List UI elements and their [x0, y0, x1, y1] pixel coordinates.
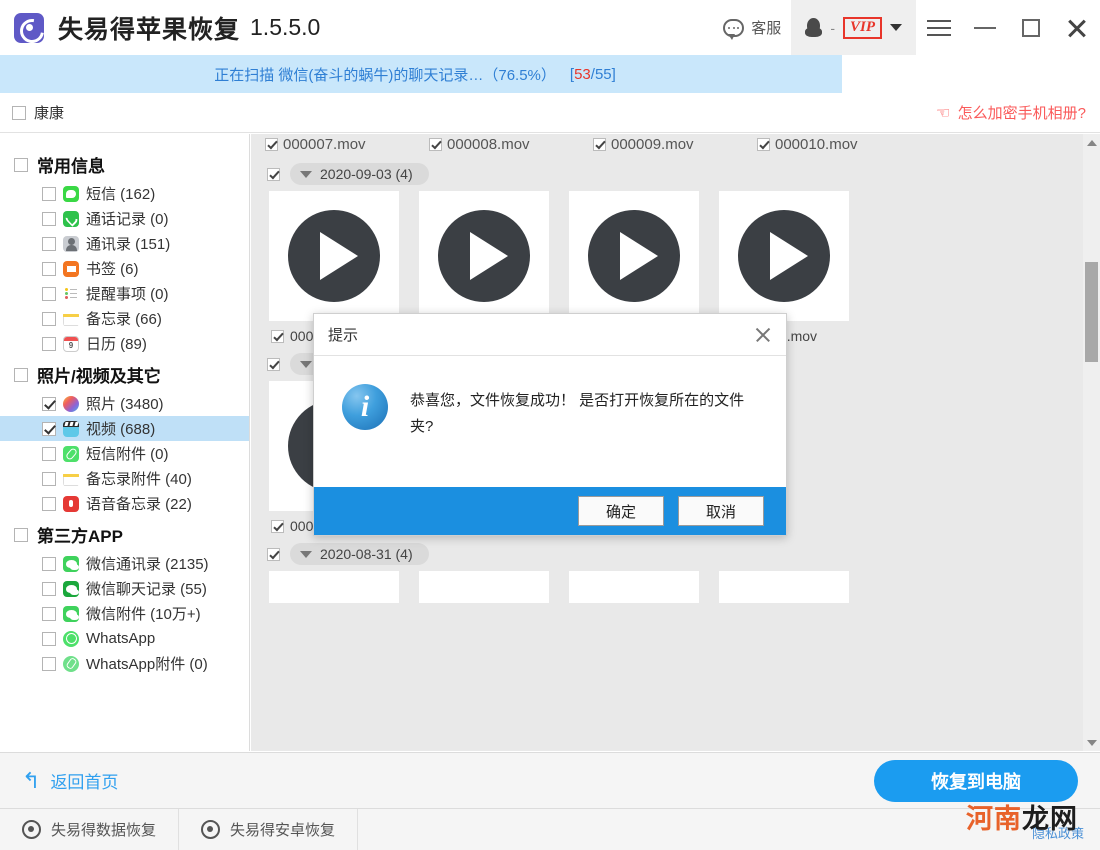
confirm-button[interactable]: 确定: [578, 496, 664, 526]
taskbar-app-android-recovery[interactable]: 失易得安卓恢复: [179, 808, 359, 850]
dialog-title: 提示: [328, 327, 359, 344]
dialog-message: 恭喜您，文件恢复成功！ 是否打开恢复所在的文件夹?: [410, 392, 745, 435]
dialog-header: 提示: [314, 314, 786, 356]
cancel-button[interactable]: 取消: [678, 496, 764, 526]
modal-overlay: 提示 i 恭喜您，文件恢复成功！ 是否打开恢复所在的文件夹? 确定 取消: [0, 0, 1100, 850]
taskbar-app-data-recovery[interactable]: 失易得数据恢复: [0, 808, 180, 850]
application-window: 失易得苹果恢复 1.5.5.0 客服 - VIP 正在扫描 微信(奋斗的蜗牛)的…: [0, 0, 1100, 850]
close-icon[interactable]: [754, 326, 772, 344]
taskbar-app-label: 失易得数据恢复: [51, 822, 157, 839]
app-logo-icon: [201, 820, 221, 839]
dialog-body: i 恭喜您，文件恢复成功！ 是否打开恢复所在的文件夹?: [314, 356, 786, 487]
privacy-policy-link[interactable]: 隐私政策: [1032, 823, 1084, 842]
recovery-success-dialog: 提示 i 恭喜您，文件恢复成功！ 是否打开恢复所在的文件夹? 确定 取消: [313, 313, 787, 536]
back-home-label: 返回首页: [50, 773, 119, 792]
back-home-button[interactable]: ↰ 返回首页: [22, 768, 118, 794]
back-arrow-icon: ↰: [22, 767, 41, 793]
app-logo-icon: [22, 820, 41, 839]
info-icon: i: [342, 384, 388, 430]
product-taskbar: 失易得数据恢复 失易得安卓恢复: [0, 808, 1100, 850]
action-footer: ↰ 返回首页 恢复到电脑: [0, 752, 1100, 808]
taskbar-app-label: 失易得安卓恢复: [230, 822, 336, 839]
dialog-footer: 确定 取消: [314, 487, 786, 535]
recover-to-pc-button[interactable]: 恢复到电脑: [874, 759, 1078, 802]
